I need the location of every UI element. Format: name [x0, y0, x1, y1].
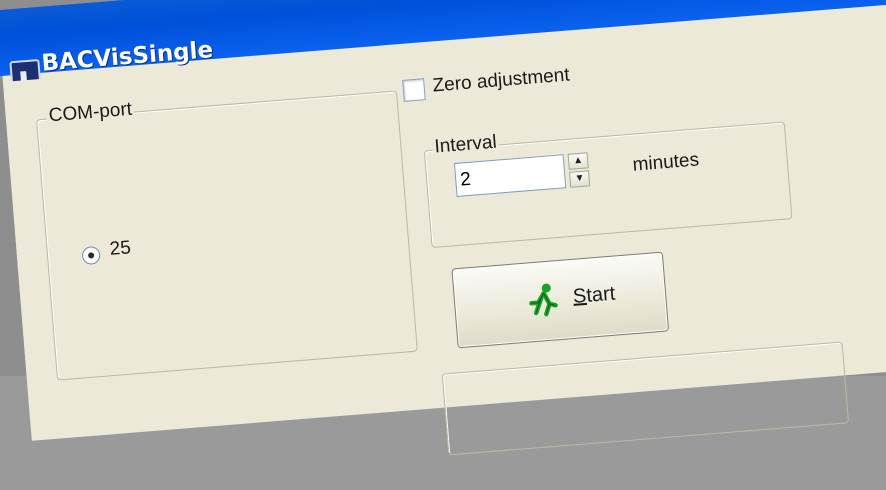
app-window: BACVisSingle COM-port 25 Zero adjustment…: [0, 0, 886, 456]
spin-up-icon[interactable]: ▲: [567, 152, 589, 170]
start-button-label: Start: [572, 282, 617, 308]
client-area: COM-port 25 Zero adjustment Interval 2 ▲…: [2, 9, 886, 456]
com-port-radio[interactable]: [81, 245, 101, 266]
zero-adjustment-checkbox[interactable]: [402, 78, 426, 102]
interval-spinner[interactable]: ▲ ▼: [567, 152, 591, 188]
bottom-group: [441, 341, 850, 456]
zero-adjustment-label: Zero adjustment: [431, 64, 571, 97]
com-port-group: COM-port 25: [36, 90, 418, 381]
running-man-icon: [529, 283, 558, 317]
interval-group: Interval 2 ▲ ▼ minutes: [423, 121, 793, 249]
interval-legend: Interval: [431, 131, 500, 159]
interval-unit: minutes: [631, 149, 700, 176]
spin-down-icon[interactable]: ▼: [568, 170, 591, 188]
com-port-legend: COM-port: [45, 98, 135, 128]
com-port-value: 25: [108, 237, 132, 260]
start-button[interactable]: Start: [451, 251, 670, 349]
interval-input[interactable]: 2: [453, 154, 567, 197]
